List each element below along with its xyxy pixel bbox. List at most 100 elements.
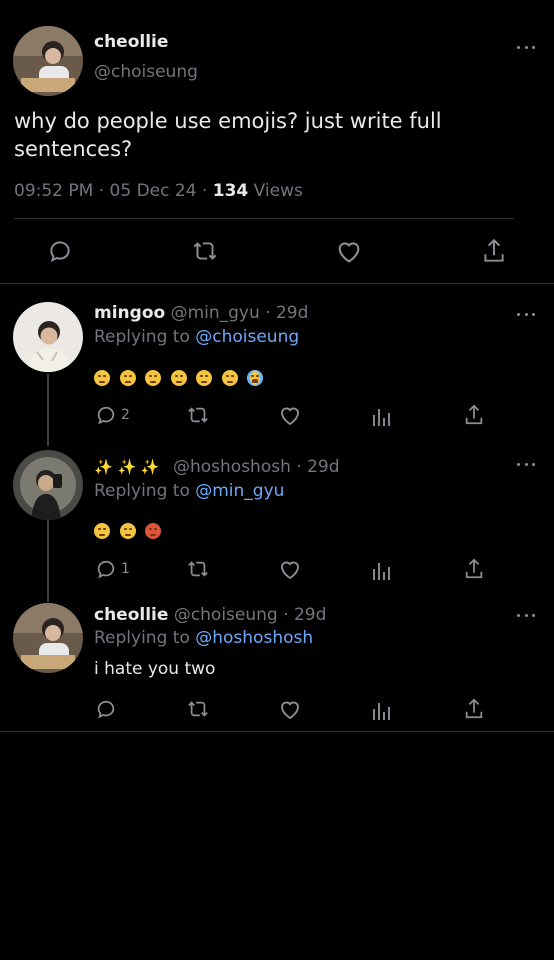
retweet-button[interactable] [186,404,210,426]
analytics-icon [373,409,390,426]
reply-button[interactable] [47,238,73,264]
mention-link[interactable]: @hoshoshosh [195,628,313,648]
share-icon [484,238,504,262]
analytics-icon [373,563,390,580]
reply-header: cheollie @choiseung · 29d [94,605,326,625]
share-icon [465,404,483,425]
views-label[interactable]: Views [254,181,303,201]
display-name[interactable]: ✨ ✨ ✨ [94,458,160,476]
more-options-icon[interactable] [517,461,535,467]
replying-to: Replying to @choiseung [94,327,299,347]
share-button[interactable] [481,237,507,265]
thread-line [47,374,49,446]
reply-count: 2 [121,407,130,423]
reply-text: i hate you two [94,659,216,679]
weary-face-emoji [196,369,212,386]
heart-icon [281,701,299,720]
retweet-icon [188,407,208,423]
share-icon [465,698,483,719]
reply-icon [50,241,70,263]
reply-age[interactable]: 29d [294,605,326,625]
replying-prefix: Replying to [94,327,190,347]
reply-icon [97,406,115,425]
tired-face-emoji [221,369,238,386]
share-button[interactable] [463,697,485,721]
emoji-row [94,367,273,386]
divider [0,283,554,284]
reply-header: mingoo @min_gyu · 29d [94,303,308,323]
pensive-face-emoji [145,369,161,386]
handle[interactable]: @choiseung [174,605,278,625]
display-name[interactable]: cheollie [94,32,168,52]
handle[interactable]: @choiseung [94,62,198,82]
heart-icon [281,561,299,580]
angry-face-emoji [94,522,110,539]
share-button[interactable] [463,557,485,581]
tweet-date: 05 Dec 24 [109,181,197,201]
retweet-button[interactable] [186,558,210,580]
emoji-row [94,520,171,539]
persevering-face-emoji [170,369,187,386]
reply-age[interactable]: 29d [307,457,339,477]
retweet-button[interactable] [186,698,210,720]
more-options-icon[interactable] [517,44,535,50]
analytics-button[interactable] [371,405,391,427]
reply-icon [97,560,115,579]
confounded-face-emoji [94,369,110,386]
face-with-steam-emoji [119,522,136,539]
analytics-button[interactable] [371,559,391,581]
analytics-button[interactable] [371,699,391,721]
tweet-text: why do people use emojis? just write ful… [14,109,442,161]
avatar[interactable] [13,26,83,96]
retweet-button[interactable] [191,238,219,264]
face-with-symbols-on-mouth-emoji [145,522,161,539]
reply-button[interactable]: 1 [95,558,130,580]
reply-count: 1 [121,561,130,577]
retweet-icon [193,242,217,260]
reply-age[interactable]: 29d [276,303,308,323]
meta-separator: · [265,303,271,323]
more-options-icon[interactable] [517,612,535,618]
analytics-icon [373,703,390,720]
handle[interactable]: @hoshoshosh [173,457,291,477]
display-name[interactable]: mingoo [94,303,165,323]
heart-icon [338,242,360,263]
replying-prefix: Replying to [94,628,190,648]
avatar[interactable] [13,603,83,673]
mention-link[interactable]: @choiseung [195,327,299,347]
like-button[interactable] [278,558,302,580]
thread-line [47,520,49,602]
share-icon [465,558,483,579]
heart-icon [281,407,299,426]
replying-prefix: Replying to [94,481,190,501]
replying-to: Replying to @hoshoshosh [94,628,313,648]
divider [0,731,554,732]
tweet-time: 09:52 PM [14,181,94,201]
meta-separator: · [283,605,289,625]
meta-separator: · [201,181,208,201]
display-name[interactable]: cheollie [94,605,168,625]
avatar[interactable] [13,450,83,520]
like-button[interactable] [278,404,302,426]
meta-separator: · [98,181,105,201]
reply-button[interactable]: 2 [95,404,130,426]
share-button[interactable] [463,403,485,427]
more-options-icon[interactable] [517,311,535,317]
views-count[interactable]: 134 [213,181,249,201]
retweet-icon [188,701,208,717]
avatar[interactable] [13,302,83,372]
meta-separator: · [296,457,302,477]
tweet-meta: 09:52 PM · 05 Dec 24 · 134 Views [14,181,303,201]
like-button[interactable] [278,698,302,720]
loudly-crying-face-emoji [247,369,263,386]
mention-link[interactable]: @min_gyu [195,481,284,501]
retweet-icon [188,561,208,577]
reply-header: ✨ ✨ ✨ @hoshoshosh · 29d [94,457,340,477]
reply-icon [97,700,115,719]
reply-button[interactable] [95,698,117,720]
replying-to: Replying to @min_gyu [94,481,284,501]
slightly-frowning-face-emoji [119,369,136,386]
divider [14,218,514,219]
handle[interactable]: @min_gyu [171,303,260,323]
like-button[interactable] [335,238,363,264]
